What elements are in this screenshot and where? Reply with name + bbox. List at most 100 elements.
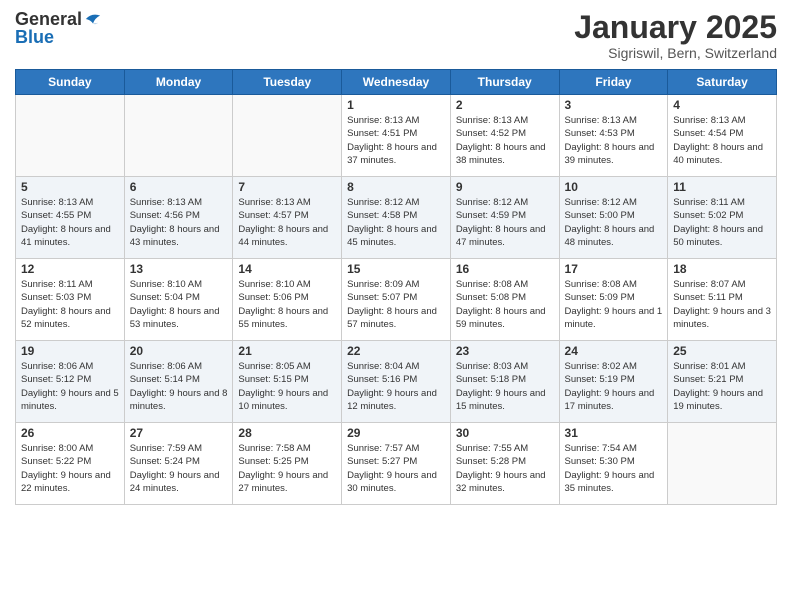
logo-bird-icon <box>84 11 102 27</box>
day-number: 20 <box>130 344 228 358</box>
calendar-day-cell <box>16 95 125 177</box>
day-info: Sunrise: 8:11 AM Sunset: 5:02 PM Dayligh… <box>673 196 771 249</box>
day-of-week-header: Sunday <box>16 70 125 95</box>
day-number: 11 <box>673 180 771 194</box>
calendar-day-cell: 13 Sunrise: 8:10 AM Sunset: 5:04 PM Dayli… <box>124 259 233 341</box>
day-info: Sunrise: 8:02 AM Sunset: 5:19 PM Dayligh… <box>565 360 663 413</box>
day-info: Sunrise: 8:13 AM Sunset: 4:53 PM Dayligh… <box>565 114 663 167</box>
calendar-day-cell: 17 Sunrise: 8:08 AM Sunset: 5:09 PM Dayli… <box>559 259 668 341</box>
day-number: 13 <box>130 262 228 276</box>
day-number: 31 <box>565 426 663 440</box>
page: General Blue January 2025 Sigriswil, Ber… <box>0 0 792 612</box>
calendar-day-cell: 5Sunrise: 8:13 AM Sunset: 4:55 PM Daylig… <box>16 177 125 259</box>
day-info: Sunrise: 8:12 AM Sunset: 4:58 PM Dayligh… <box>347 196 445 249</box>
calendar-title: January 2025 <box>574 10 777 45</box>
header: General Blue January 2025 Sigriswil, Ber… <box>15 10 777 61</box>
calendar-week-row: 19 Sunrise: 8:06 AM Sunset: 5:12 PM Dayli… <box>16 341 777 423</box>
day-info: Sunrise: 8:07 AM Sunset: 5:11 PM Dayligh… <box>673 278 771 331</box>
day-number: 22 <box>347 344 445 358</box>
day-info: Sunrise: 8:13 AM Sunset: 4:51 PM Dayligh… <box>347 114 445 167</box>
day-number: 5 <box>21 180 119 194</box>
day-number: 28 <box>238 426 336 440</box>
day-info: Sunrise: 8:05 AM Sunset: 5:15 PM Dayligh… <box>238 360 336 413</box>
calendar-day-cell: 2Sunrise: 8:13 AM Sunset: 4:52 PM Daylig… <box>450 95 559 177</box>
calendar-day-cell: 8Sunrise: 8:12 AM Sunset: 4:58 PM Daylig… <box>342 177 451 259</box>
day-info: Sunrise: 7:55 AM Sunset: 5:28 PM Dayligh… <box>456 442 554 495</box>
calendar-day-cell: 27 Sunrise: 7:59 AM Sunset: 5:24 PM Dayli… <box>124 423 233 505</box>
logo-blue-text: Blue <box>15 28 54 46</box>
calendar-day-cell: 24Sunrise: 8:02 AM Sunset: 5:19 PM Dayli… <box>559 341 668 423</box>
day-info: Sunrise: 7:59 AM Sunset: 5:24 PM Dayligh… <box>130 442 228 495</box>
day-info: Sunrise: 7:58 AM Sunset: 5:25 PM Dayligh… <box>238 442 336 495</box>
calendar-day-cell: 30 Sunrise: 7:55 AM Sunset: 5:28 PM Dayli… <box>450 423 559 505</box>
calendar-day-cell: 29 Sunrise: 7:57 AM Sunset: 5:27 PM Dayli… <box>342 423 451 505</box>
day-number: 21 <box>238 344 336 358</box>
calendar-day-cell: 1 Sunrise: 8:13 AM Sunset: 4:51 PM Daylig… <box>342 95 451 177</box>
calendar-day-cell <box>668 423 777 505</box>
calendar-week-row: 26 Sunrise: 8:00 AM Sunset: 5:22 PM Dayli… <box>16 423 777 505</box>
logo-general-text: General <box>15 10 82 28</box>
day-number: 29 <box>347 426 445 440</box>
day-number: 10 <box>565 180 663 194</box>
day-of-week-header: Wednesday <box>342 70 451 95</box>
logo: General Blue <box>15 10 102 46</box>
day-number: 1 <box>347 98 445 112</box>
calendar-day-cell: 16Sunrise: 8:08 AM Sunset: 5:08 PM Dayli… <box>450 259 559 341</box>
day-of-week-header: Thursday <box>450 70 559 95</box>
day-number: 4 <box>673 98 771 112</box>
calendar-day-cell: 23Sunrise: 8:03 AM Sunset: 5:18 PM Dayli… <box>450 341 559 423</box>
calendar-day-cell: 4 Sunrise: 8:13 AM Sunset: 4:54 PM Daylig… <box>668 95 777 177</box>
day-info: Sunrise: 8:06 AM Sunset: 5:14 PM Dayligh… <box>130 360 228 413</box>
day-number: 14 <box>238 262 336 276</box>
calendar-day-cell: 28 Sunrise: 7:58 AM Sunset: 5:25 PM Dayli… <box>233 423 342 505</box>
day-info: Sunrise: 8:13 AM Sunset: 4:57 PM Dayligh… <box>238 196 336 249</box>
day-number: 3 <box>565 98 663 112</box>
day-info: Sunrise: 8:00 AM Sunset: 5:22 PM Dayligh… <box>21 442 119 495</box>
calendar-day-cell: 7 Sunrise: 8:13 AM Sunset: 4:57 PM Daylig… <box>233 177 342 259</box>
title-block: January 2025 Sigriswil, Bern, Switzerlan… <box>574 10 777 61</box>
day-number: 19 <box>21 344 119 358</box>
day-info: Sunrise: 8:10 AM Sunset: 5:06 PM Dayligh… <box>238 278 336 331</box>
day-number: 7 <box>238 180 336 194</box>
day-number: 18 <box>673 262 771 276</box>
day-number: 25 <box>673 344 771 358</box>
calendar-day-cell: 25Sunrise: 8:01 AM Sunset: 5:21 PM Dayli… <box>668 341 777 423</box>
calendar-day-cell: 12Sunrise: 8:11 AM Sunset: 5:03 PM Dayli… <box>16 259 125 341</box>
calendar-day-cell: 31 Sunrise: 7:54 AM Sunset: 5:30 PM Dayli… <box>559 423 668 505</box>
day-info: Sunrise: 8:11 AM Sunset: 5:03 PM Dayligh… <box>21 278 119 331</box>
day-info: Sunrise: 7:54 AM Sunset: 5:30 PM Dayligh… <box>565 442 663 495</box>
calendar-location: Sigriswil, Bern, Switzerland <box>574 45 777 61</box>
calendar-week-row: 5Sunrise: 8:13 AM Sunset: 4:55 PM Daylig… <box>16 177 777 259</box>
calendar-day-cell <box>124 95 233 177</box>
day-number: 9 <box>456 180 554 194</box>
day-info: Sunrise: 8:08 AM Sunset: 5:09 PM Dayligh… <box>565 278 663 331</box>
day-number: 17 <box>565 262 663 276</box>
day-info: Sunrise: 7:57 AM Sunset: 5:27 PM Dayligh… <box>347 442 445 495</box>
day-info: Sunrise: 8:13 AM Sunset: 4:56 PM Dayligh… <box>130 196 228 249</box>
calendar-day-cell: 20 Sunrise: 8:06 AM Sunset: 5:14 PM Dayli… <box>124 341 233 423</box>
calendar-day-cell: 18 Sunrise: 8:07 AM Sunset: 5:11 PM Dayli… <box>668 259 777 341</box>
calendar-day-cell: 26 Sunrise: 8:00 AM Sunset: 5:22 PM Dayli… <box>16 423 125 505</box>
day-info: Sunrise: 8:03 AM Sunset: 5:18 PM Dayligh… <box>456 360 554 413</box>
calendar-day-cell: 14 Sunrise: 8:10 AM Sunset: 5:06 PM Dayli… <box>233 259 342 341</box>
day-number: 30 <box>456 426 554 440</box>
calendar-table: SundayMondayTuesdayWednesdayThursdayFrid… <box>15 69 777 505</box>
day-of-week-header: Monday <box>124 70 233 95</box>
day-info: Sunrise: 8:10 AM Sunset: 5:04 PM Dayligh… <box>130 278 228 331</box>
day-of-week-header: Friday <box>559 70 668 95</box>
calendar-day-cell: 21 Sunrise: 8:05 AM Sunset: 5:15 PM Dayli… <box>233 341 342 423</box>
calendar-day-cell: 6Sunrise: 8:13 AM Sunset: 4:56 PM Daylig… <box>124 177 233 259</box>
day-number: 15 <box>347 262 445 276</box>
day-of-week-header: Tuesday <box>233 70 342 95</box>
day-info: Sunrise: 8:12 AM Sunset: 5:00 PM Dayligh… <box>565 196 663 249</box>
day-info: Sunrise: 8:06 AM Sunset: 5:12 PM Dayligh… <box>21 360 119 413</box>
calendar-day-cell: 22 Sunrise: 8:04 AM Sunset: 5:16 PM Dayli… <box>342 341 451 423</box>
calendar-day-cell <box>233 95 342 177</box>
day-info: Sunrise: 8:04 AM Sunset: 5:16 PM Dayligh… <box>347 360 445 413</box>
day-number: 26 <box>21 426 119 440</box>
day-number: 16 <box>456 262 554 276</box>
day-number: 27 <box>130 426 228 440</box>
day-info: Sunrise: 8:13 AM Sunset: 4:54 PM Dayligh… <box>673 114 771 167</box>
calendar-day-cell: 15Sunrise: 8:09 AM Sunset: 5:07 PM Dayli… <box>342 259 451 341</box>
day-info: Sunrise: 8:12 AM Sunset: 4:59 PM Dayligh… <box>456 196 554 249</box>
